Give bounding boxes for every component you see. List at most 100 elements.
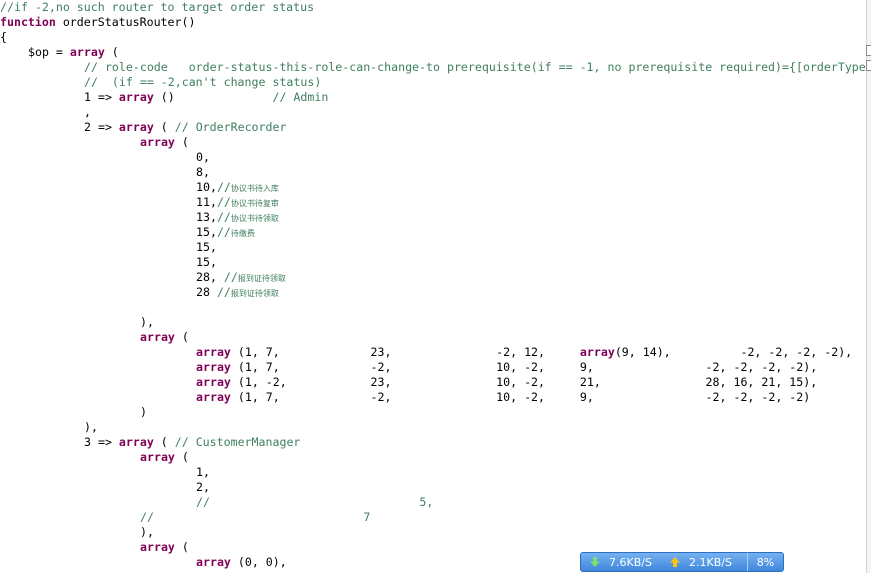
code-line[interactable]: 2, <box>196 480 210 495</box>
punctuation-token: ( <box>174 540 189 554</box>
punctuation-token: 2, <box>196 480 210 494</box>
punctuation-token: = <box>48 45 70 59</box>
punctuation-token: 15, <box>196 225 217 239</box>
keyword-token: array <box>140 135 175 149</box>
code-line[interactable]: 1, <box>196 465 210 480</box>
punctuation-token: () <box>181 15 196 29</box>
code-line[interactable]: // 7 <box>140 510 370 525</box>
code-line[interactable]: 1 => array () // Admin <box>84 90 328 105</box>
punctuation-token: (0, 0), <box>230 555 287 569</box>
code-line[interactable]: array ( <box>140 450 189 465</box>
code-line[interactable]: function orderStatusRouter() <box>0 15 195 30</box>
code-line[interactable]: ), <box>84 420 98 435</box>
keyword-token: array <box>196 375 231 389</box>
function-name-token: orderStatusRouter <box>62 15 182 29</box>
code-line[interactable]: ) <box>140 405 147 420</box>
fold-marker[interactable] <box>866 60 871 71</box>
punctuation-token: ( <box>174 450 189 464</box>
code-line[interactable]: array ( <box>140 540 189 555</box>
code-line[interactable]: array ( <box>140 135 189 150</box>
code-line[interactable]: array (1, -2, 23, 10, -2, 21, 28, 16, 21… <box>196 375 817 390</box>
code-line[interactable]: 28, //报到证待领取 <box>196 270 286 285</box>
code-line[interactable]: 8, <box>196 165 210 180</box>
chinese-comment-token: 协议书待领取 <box>230 214 279 223</box>
chinese-comment-token: 待缴费 <box>230 229 255 238</box>
comment-token: // <box>216 225 231 239</box>
code-line[interactable]: array (1, 7, 23, -2, 12, array(9, 14), -… <box>196 345 852 360</box>
punctuation-token: 15, <box>196 255 217 269</box>
keyword-token: array <box>196 360 231 374</box>
comment-token: // <box>216 285 231 299</box>
punctuation-token: 3 => <box>84 435 119 449</box>
punctuation-token <box>56 15 63 29</box>
code-line[interactable]: 13,//协议书待领取 <box>196 210 279 225</box>
chinese-comment-token: 协议书待复审 <box>230 199 279 208</box>
punctuation-token: ( <box>153 120 175 134</box>
download-speed-value: 7.6KB/S <box>609 555 652 569</box>
punctuation-token: (1, 7, -2, 10, -2, 9, -2, -2, -2, -2) <box>230 390 811 404</box>
keyword-token: array <box>196 390 231 404</box>
punctuation-token: ), <box>84 420 98 434</box>
comment-token: // OrderRecorder <box>174 120 287 134</box>
keyword-token: array <box>140 540 175 554</box>
code-line[interactable]: 28 //报到证待领取 <box>196 285 279 300</box>
code-line[interactable]: array (1, 7, -2, 10, -2, 9, -2, -2, -2, … <box>196 360 817 375</box>
chinese-comment-token: 协议书待入库 <box>230 184 279 193</box>
upload-speed-value: 2.1KB/S <box>689 555 732 569</box>
chinese-comment-token: 报到证待领取 <box>230 289 279 298</box>
comment-token: // <box>216 195 231 209</box>
punctuation-token: ( <box>104 45 119 59</box>
code-line[interactable]: 10,//协议书待入库 <box>196 180 279 195</box>
code-line[interactable]: // (if == -2,can't change status) <box>84 75 321 90</box>
keyword-token: array <box>118 120 154 134</box>
keyword-token: array <box>118 90 154 104</box>
code-line[interactable]: , <box>84 105 91 120</box>
code-line[interactable]: ), <box>140 525 154 540</box>
code-line[interactable]: { <box>0 30 7 45</box>
keyword-token: array <box>140 450 175 464</box>
comment-token: // 7 <box>140 510 371 524</box>
code-line[interactable]: 0, <box>196 150 210 165</box>
punctuation-token: (9, 14), -2, -2, -2, -2), <box>614 345 853 359</box>
code-editor[interactable]: //if -2,no such router to target order s… <box>0 0 871 573</box>
chinese-comment-token: 报到证待领取 <box>237 274 286 283</box>
punctuation-token: ( <box>153 435 175 449</box>
code-line[interactable]: array (0, 0), <box>196 555 287 570</box>
down-arrow-icon <box>590 557 600 567</box>
code-line[interactable]: 15, <box>196 240 217 255</box>
punctuation-token: ), <box>140 315 154 329</box>
punctuation-token: ( <box>174 330 189 344</box>
keyword-token: array <box>69 45 105 59</box>
code-line[interactable]: ), <box>140 315 154 330</box>
code-line[interactable]: 2 => array ( // OrderRecorder <box>84 120 286 135</box>
keyword-token: function <box>0 15 56 29</box>
punctuation-token: ( <box>174 135 189 149</box>
comment-token: // <box>223 270 238 284</box>
network-speed-widget[interactable]: 7.6KB/S 2.1KB/S 8% <box>580 552 784 572</box>
code-line[interactable]: $op = array ( <box>28 45 119 60</box>
variable-token: $op <box>28 45 49 59</box>
punctuation-token: 13, <box>196 210 217 224</box>
comment-token: // Admin <box>272 90 329 104</box>
code-line[interactable]: array (1, 7, -2, 10, -2, 9, -2, -2, -2, … <box>196 390 810 405</box>
code-line[interactable]: //if -2,no such router to target order s… <box>0 0 314 15</box>
download-speed: 7.6KB/S <box>581 553 663 571</box>
keyword-token: array <box>118 435 154 449</box>
code-line[interactable]: 3 => array ( // CustomerManager <box>84 435 300 450</box>
comment-token: // role-code order-status-this-role-can-… <box>84 60 866 74</box>
keyword-token: array <box>196 345 231 359</box>
punctuation-token: 10, <box>196 180 217 194</box>
code-line[interactable]: // role-code order-status-this-role-can-… <box>84 60 866 75</box>
code-line[interactable]: 11,//协议书待复审 <box>196 195 279 210</box>
code-line[interactable]: array ( <box>140 330 189 345</box>
comment-token: // <box>216 180 231 194</box>
punctuation-token: 28 <box>196 285 217 299</box>
code-line[interactable]: 15, <box>196 255 217 270</box>
code-line[interactable]: 15,//待缴费 <box>196 225 255 240</box>
comment-token: // (if == -2,can't change status) <box>84 75 322 89</box>
editor-right-margin <box>866 0 871 573</box>
fold-marker[interactable] <box>866 45 871 56</box>
code-line[interactable]: // 5, <box>196 495 433 510</box>
code-area[interactable]: //if -2,no such router to target order s… <box>0 0 866 573</box>
punctuation-token: 11, <box>196 195 217 209</box>
